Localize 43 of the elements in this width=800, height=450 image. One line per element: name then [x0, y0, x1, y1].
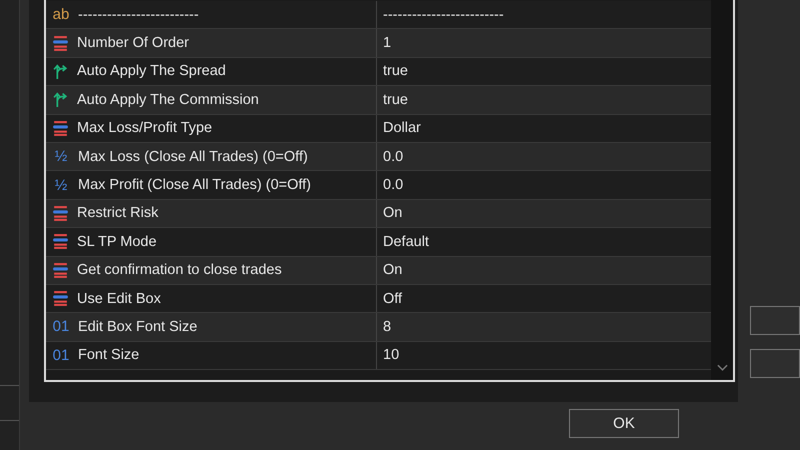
list-icon: [52, 290, 69, 308]
list-icon: [52, 262, 69, 279]
parameter-value[interactable]: -------------------------: [383, 6, 504, 23]
parameter-name: SL TP Mode: [77, 234, 157, 250]
parameter-name: Auto Apply The Commission: [77, 92, 259, 108]
scroll-down-icon[interactable]: [716, 364, 728, 372]
parameter-value[interactable]: 0.0: [383, 177, 404, 194]
parameter-value[interactable]: On: [383, 205, 402, 222]
list-icon: [52, 233, 69, 250]
parameter-name: -------------------------: [78, 6, 199, 23]
number-type-icon: 01: [52, 318, 70, 336]
parameter-name: Max Loss/Profit Type: [77, 120, 212, 136]
branch-arrow-icon: [52, 91, 69, 108]
branch-arrow-icon: [52, 62, 69, 80]
side-button[interactable]: [750, 349, 800, 378]
text-type-icon: ab: [52, 6, 70, 24]
parameter-value[interactable]: Off: [383, 290, 402, 307]
parameter-name: Max Loss (Close All Trades) (0=Off): [78, 148, 308, 165]
parameter-name: Font Size: [78, 347, 140, 364]
parameter-value[interactable]: true: [383, 92, 408, 108]
ok-button[interactable]: OK: [569, 409, 679, 438]
parameter-value[interactable]: Dollar: [383, 120, 421, 136]
number-type-icon: 01: [52, 346, 70, 364]
number-type-icon: ½: [52, 148, 70, 166]
parameter-value[interactable]: 10: [383, 347, 400, 364]
parameter-value[interactable]: On: [383, 262, 402, 278]
parameter-value[interactable]: true: [383, 63, 408, 80]
parameter-name: Number Of Order: [77, 35, 189, 52]
parameter-value[interactable]: 0.0: [383, 148, 404, 165]
parameter-name: Max Profit (Close All Trades) (0=Off): [78, 177, 312, 194]
number-type-icon: ½: [52, 176, 70, 194]
parameter-value[interactable]: 8: [383, 318, 392, 335]
list-icon: [52, 120, 69, 137]
parameter-name: Edit Box Font Size: [78, 318, 198, 335]
list-icon: [52, 34, 69, 52]
parameter-name: Get confirmation to close trades: [77, 262, 282, 278]
parameter-name: Restrict Risk: [77, 205, 158, 222]
parameter-value[interactable]: 1: [383, 35, 392, 52]
parameter-name: Auto Apply The Spread: [77, 63, 226, 80]
side-button[interactable]: [750, 306, 800, 335]
parameter-name: Use Edit Box: [77, 290, 161, 307]
parameter-value[interactable]: Default: [383, 234, 429, 250]
list-icon: [52, 204, 69, 222]
